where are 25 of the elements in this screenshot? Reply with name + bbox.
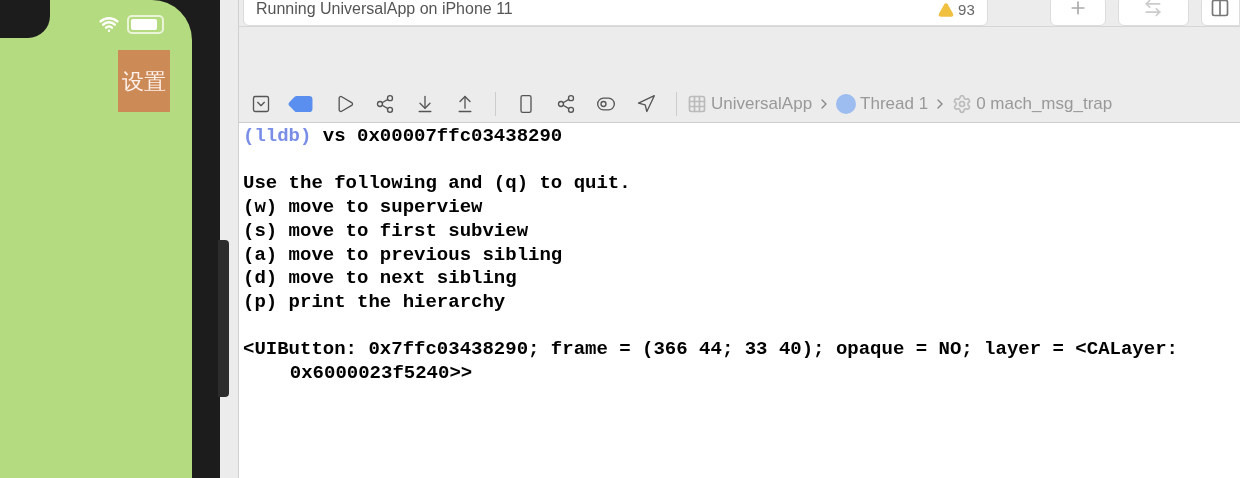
settings-button[interactable]: 设置 [118, 50, 170, 112]
layout-button[interactable] [1201, 0, 1240, 26]
battery-icon [127, 14, 164, 34]
console-line: (w) move to superview [243, 196, 484, 220]
frame-icon [952, 93, 973, 114]
warning-count[interactable]: 93 [958, 0, 975, 21]
console-line: (a) move to previous sibling [243, 243, 564, 268]
breadcrumb-item[interactable]: Thread 1 [860, 90, 929, 117]
console-line: (s) move to first subview [243, 219, 530, 244]
thread-icon [836, 93, 857, 114]
console-line: <UIButton: 0x7ffc03438290; frame = (366 44; 33 40); opaque = NO; layer = <CALayer: 0x6000023f5240>> [243, 338, 1179, 386]
console-line: (d) move to next sibling [243, 267, 518, 291]
app-icon [687, 93, 707, 114]
wifi-icon [99, 14, 119, 34]
hide-console-icon[interactable] [251, 93, 271, 114]
panel-icon [1210, 0, 1231, 18]
breadcrumb-item[interactable]: UniversalApp [711, 90, 813, 117]
console-line: Use the following and (q) to quit. [243, 172, 632, 197]
warning-icon [938, 1, 955, 18]
console-command: (lldb) vs 0x00007ffc03438290 [243, 125, 564, 149]
console-line: (p) print the hierarchy [243, 290, 507, 315]
phone-notch [0, 0, 50, 38]
activity-text: Running UniversalApp on iPhone 11 [256, 0, 513, 19]
location-icon[interactable] [636, 93, 656, 114]
breadcrumb-item[interactable]: 0 mach_msg_trap [976, 90, 1113, 117]
